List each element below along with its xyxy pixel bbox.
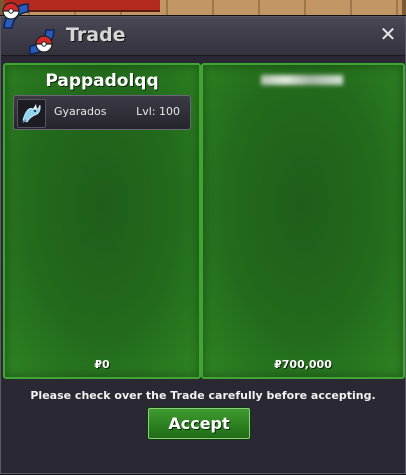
trade-window: Trade ✕ Pappadolqq Gyarados Lvl: 100 ₽0 …	[0, 16, 406, 474]
window-titlebar[interactable]: Trade ✕	[1, 17, 405, 56]
player-name-right-redacted	[261, 75, 343, 85]
accept-button[interactable]: Accept	[148, 408, 250, 439]
pokemon-name: Gyarados	[54, 105, 107, 118]
window-title: Trade	[66, 24, 126, 46]
gyarados-icon	[17, 99, 46, 128]
my-offer-panel: Pappadolqq Gyarados Lvl: 100 ₽0	[3, 63, 201, 379]
close-icon[interactable]: ✕	[377, 23, 399, 45]
player-name-left: Pappadolqq	[45, 71, 159, 91]
partner-offer-panel: ₽700,000	[201, 63, 405, 379]
pokemon-level: Lvl: 100	[136, 105, 180, 118]
offered-pokemon-slot[interactable]: Gyarados Lvl: 100	[13, 95, 191, 130]
money-offer-left: ₽0	[94, 358, 110, 371]
money-offer-right: ₽700,000	[274, 358, 332, 371]
trade-notice: Please check over the Trade carefully be…	[30, 389, 376, 402]
pokeball-logo-icon	[2, 2, 55, 55]
